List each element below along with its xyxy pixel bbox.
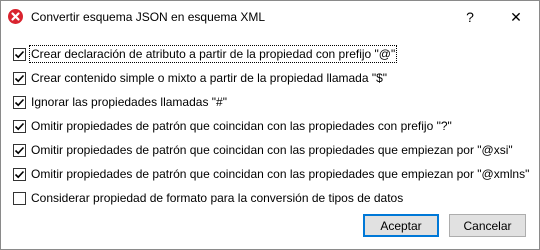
option-label: Omitir propiedades de patrón que coincid… — [31, 167, 530, 181]
checkbox[interactable] — [13, 143, 26, 157]
cancel-button[interactable]: Cancelar — [449, 214, 526, 237]
option-label: Crear declaración de atributo a partir d… — [28, 45, 398, 63]
accept-button[interactable]: Aceptar — [363, 214, 439, 237]
checkbox[interactable] — [13, 71, 26, 85]
checkmark-icon — [14, 50, 25, 58]
option-row-omit-question-prefix[interactable]: Omitir propiedades de patrón que coincid… — [13, 114, 533, 138]
checkmark-icon — [14, 122, 25, 130]
option-row-ignore-hash[interactable]: Ignorar las propiedades llamadas "#" — [13, 90, 533, 114]
title-bar: Convertir esquema JSON en esquema XML ? … — [1, 1, 539, 33]
help-button[interactable]: ? — [447, 1, 493, 33]
checkbox[interactable] — [13, 119, 26, 133]
option-row-omit-xmlns[interactable]: Omitir propiedades de patrón que coincid… — [13, 162, 533, 186]
app-logo-icon — [8, 9, 23, 24]
checkmark-icon — [14, 74, 25, 82]
checkbox[interactable] — [13, 47, 26, 61]
checkmark-icon — [14, 98, 25, 106]
option-label: Crear contenido simple o mixto a partir … — [31, 71, 388, 85]
option-label: Ignorar las propiedades llamadas "#" — [31, 95, 227, 109]
option-row-attribute-prefix[interactable]: Crear declaración de atributo a partir d… — [13, 42, 533, 66]
window-title: Convertir esquema JSON en esquema XML — [31, 10, 266, 24]
option-row-format-property[interactable]: Considerar propiedad de formato para la … — [13, 186, 533, 210]
options-list: Crear declaración de atributo a partir d… — [13, 42, 533, 210]
dialog-window: Convertir esquema JSON en esquema XML ? … — [0, 0, 540, 250]
option-label: Omitir propiedades de patrón que coincid… — [31, 143, 513, 157]
checkbox[interactable] — [13, 95, 26, 109]
checkbox[interactable] — [13, 191, 26, 205]
option-row-omit-xsi[interactable]: Omitir propiedades de patrón que coincid… — [13, 138, 533, 162]
checkbox[interactable] — [13, 167, 26, 181]
option-row-simple-content[interactable]: Crear contenido simple o mixto a partir … — [13, 66, 533, 90]
checkmark-icon — [14, 170, 25, 178]
option-label: Omitir propiedades de patrón que coincid… — [31, 119, 452, 133]
checkmark-icon — [14, 146, 25, 154]
close-button[interactable]: ✕ — [493, 1, 539, 33]
option-label: Considerar propiedad de formato para la … — [31, 191, 404, 205]
